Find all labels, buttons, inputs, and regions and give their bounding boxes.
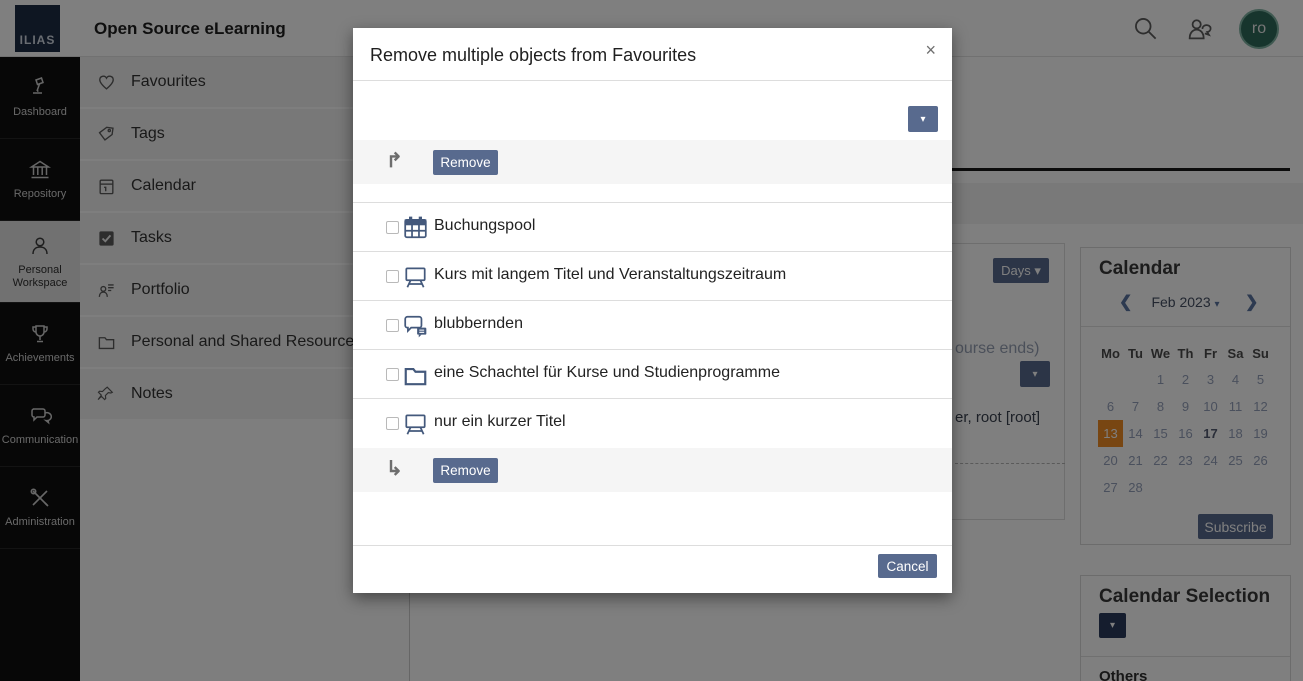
item-label[interactable]: nur ein kurzer Titel — [434, 413, 566, 431]
list-item: Kurs mit langem Titel und Veranstaltungs… — [353, 251, 952, 300]
list-item: Buchungspool — [353, 202, 952, 251]
booking-pool-icon — [402, 215, 429, 241]
remove-button-top[interactable]: Remove — [433, 150, 498, 175]
course-icon — [402, 264, 429, 290]
item-checkbox[interactable] — [386, 319, 399, 332]
ilias-screen: ILIAS Open Source eLearning ro — [0, 0, 1303, 681]
item-label[interactable]: Buchungspool — [434, 217, 535, 235]
list-item: eine Schachtel für Kurse und Studienprog… — [353, 349, 952, 398]
item-checkbox[interactable] — [386, 270, 399, 283]
caret-down-icon: ▾ — [920, 114, 925, 125]
close-icon[interactable]: × — [925, 40, 936, 61]
favourites-object-list: Buchungspool Kurs mit langem Titel und V… — [353, 202, 952, 447]
modal-footer-divider — [353, 545, 952, 546]
item-checkbox[interactable] — [386, 368, 399, 381]
list-item: nur ein kurzer Titel — [353, 398, 952, 447]
remove-favourites-modal: Remove multiple objects from Favourites … — [353, 28, 952, 593]
modal-actions-dropdown: ▾ — [908, 106, 938, 132]
chat-icon — [402, 313, 429, 339]
item-checkbox[interactable] — [386, 417, 399, 430]
remove-button-bottom[interactable]: Remove — [433, 458, 498, 483]
course-icon — [402, 411, 429, 437]
arrow-down-right-icon: ↳ — [386, 456, 403, 481]
actions-dropdown-button[interactable]: ▾ — [908, 106, 938, 132]
category-folder-icon — [402, 362, 429, 388]
arrow-up-right-icon: ↱ — [386, 148, 403, 173]
modal-title: Remove multiple objects from Favourites — [370, 45, 696, 66]
item-label[interactable]: Kurs mit langem Titel und Veranstaltungs… — [434, 266, 786, 284]
cancel-button[interactable]: Cancel — [878, 554, 937, 578]
item-label[interactable]: blubbernden — [434, 315, 523, 333]
bulk-toolbar-bottom: ↳ Remove — [353, 448, 952, 492]
list-item: blubbernden — [353, 300, 952, 349]
item-label[interactable]: eine Schachtel für Kurse und Studienprog… — [434, 364, 780, 382]
item-checkbox[interactable] — [386, 221, 399, 234]
bulk-toolbar-top: ↱ Remove — [353, 140, 952, 184]
modal-header-divider — [353, 80, 952, 81]
